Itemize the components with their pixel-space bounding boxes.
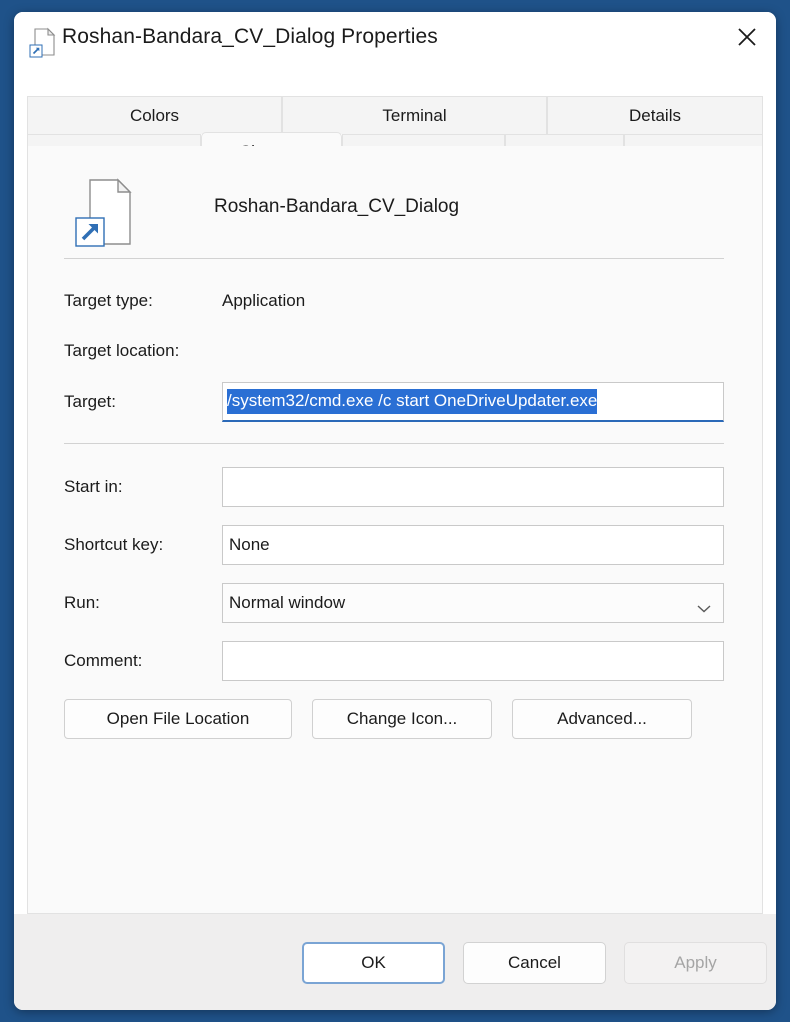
tab-label: Colors (129, 105, 180, 125)
target-input-value: /system32/cmd.exe /c start OneDriveUpdat… (227, 389, 598, 414)
run-select-value: Normal window (229, 593, 346, 612)
tab-details[interactable]: Details (547, 96, 763, 134)
shortcut-name-label: Roshan-Bandara_CV_Dialog (214, 196, 460, 217)
change-icon-button[interactable]: Change Icon... (312, 699, 492, 739)
open-file-location-button[interactable]: Open File Location (64, 699, 292, 739)
row-start-in: Start in: (64, 467, 724, 511)
start-in-label: Start in: (64, 477, 123, 496)
header-divider (64, 258, 724, 259)
row-target-location: Target location: (64, 341, 724, 365)
cancel-button[interactable]: Cancel (463, 942, 606, 984)
properties-dialog-window: PC risk.com Roshan-Bandara_CV_Dialog Pro… (14, 12, 776, 1010)
close-button[interactable] (722, 12, 772, 62)
target-type-label: Target type: (64, 291, 153, 310)
apply-button: Apply (624, 942, 767, 984)
shortcut-key-input[interactable]: None (222, 525, 724, 565)
row-comment: Comment: (64, 641, 724, 685)
tab-label: Details (629, 105, 681, 125)
target-location-label: Target location: (64, 341, 180, 360)
tab-label: Terminal (382, 105, 447, 125)
shortcut-key-input-value: None (229, 535, 270, 554)
close-icon (738, 28, 756, 46)
tab-strip: Colors Terminal Details General Shortcut… (14, 70, 776, 172)
row-target: Target: /system32/cmd.exe /c start OneDr… (64, 382, 724, 426)
row-target-type: Target type: Application (64, 291, 724, 315)
chevron-down-icon (697, 599, 711, 613)
apply-button-label: Apply (674, 953, 717, 972)
comment-label: Comment: (64, 651, 143, 670)
row-run: Run: Normal window (64, 583, 724, 627)
tab-row-overflow: Colors Terminal Details (27, 96, 763, 134)
run-select[interactable]: Normal window (222, 583, 724, 623)
target-type-value: Application (222, 291, 306, 310)
ok-button[interactable]: OK (302, 942, 445, 984)
target-section-divider (64, 443, 724, 444)
shortcut-tab-panel: Roshan-Bandara_CV_Dialog Target type: Ap… (27, 146, 763, 914)
shortcut-header: Roshan-Bandara_CV_Dialog (64, 174, 724, 252)
comment-input[interactable] (222, 641, 724, 681)
row-shortcut-key: Shortcut key: None (64, 525, 724, 569)
cancel-button-label: Cancel (508, 953, 561, 972)
advanced-label: Advanced... (557, 709, 647, 728)
shortcut-document-icon (74, 176, 136, 248)
shortcut-document-icon (28, 26, 60, 58)
run-label: Run: (64, 593, 100, 612)
change-icon-label: Change Icon... (346, 709, 458, 728)
dialog-footer: OK Cancel Apply (14, 914, 776, 1010)
tab-terminal[interactable]: Terminal (282, 96, 547, 134)
target-label: Target: (64, 392, 116, 411)
window-title: Roshan-Bandara_CV_Dialog Properties (62, 25, 438, 48)
title-bar: Roshan-Bandara_CV_Dialog Properties (14, 12, 776, 70)
ok-button-label: OK (361, 953, 386, 972)
tab-colors[interactable]: Colors (27, 96, 282, 134)
shortcut-key-label: Shortcut key: (64, 535, 164, 554)
advanced-button[interactable]: Advanced... (512, 699, 692, 739)
open-file-location-label: Open File Location (106, 709, 250, 728)
target-input[interactable]: /system32/cmd.exe /c start OneDriveUpdat… (222, 382, 724, 422)
start-in-input[interactable] (222, 467, 724, 507)
